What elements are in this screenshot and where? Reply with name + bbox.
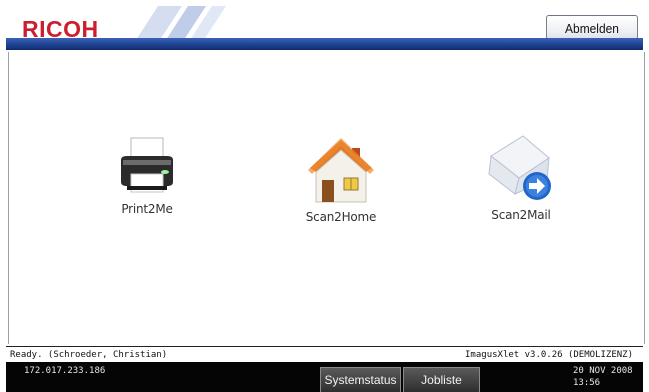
house-icon	[308, 138, 374, 203]
ip-address: 172.017.233.186	[24, 366, 106, 376]
status-line: Ready. (Schroeder, Christian) ImagusXlet…	[6, 346, 643, 363]
status-message: Ready. (Schroeder, Christian)	[10, 350, 168, 360]
ricoh-panel-screen: RICOH Abmelden Print2Me Scan2Home Scan2M…	[0, 0, 649, 392]
header-blue-band	[6, 38, 643, 50]
version-label: ImagusXlet v3.0.26 (DEMOLIZENZ)	[465, 350, 633, 360]
date-display: 20 NOV 2008	[573, 366, 633, 376]
time-display: 13:56	[573, 378, 601, 388]
app-label-print2me: Print2Me	[121, 202, 173, 216]
app-scan2home[interactable]: Scan2Home	[291, 132, 391, 224]
envelope-arrow-icon	[488, 135, 551, 200]
app-label-scan2mail: Scan2Mail	[491, 208, 551, 222]
app-scan2mail[interactable]: Scan2Mail	[471, 132, 571, 222]
footer-bar: 172.017.233.186 Systemstatus Jobliste 20…	[6, 362, 643, 392]
app-launcher-panel: Print2Me Scan2Home Scan2Mail	[8, 52, 645, 344]
app-label-scan2home: Scan2Home	[305, 210, 377, 224]
app-print2me[interactable]: Print2Me	[103, 134, 191, 216]
printer-icon	[121, 137, 173, 193]
jobliste-button[interactable]: Jobliste	[403, 367, 480, 392]
systemstatus-button[interactable]: Systemstatus	[320, 367, 401, 392]
